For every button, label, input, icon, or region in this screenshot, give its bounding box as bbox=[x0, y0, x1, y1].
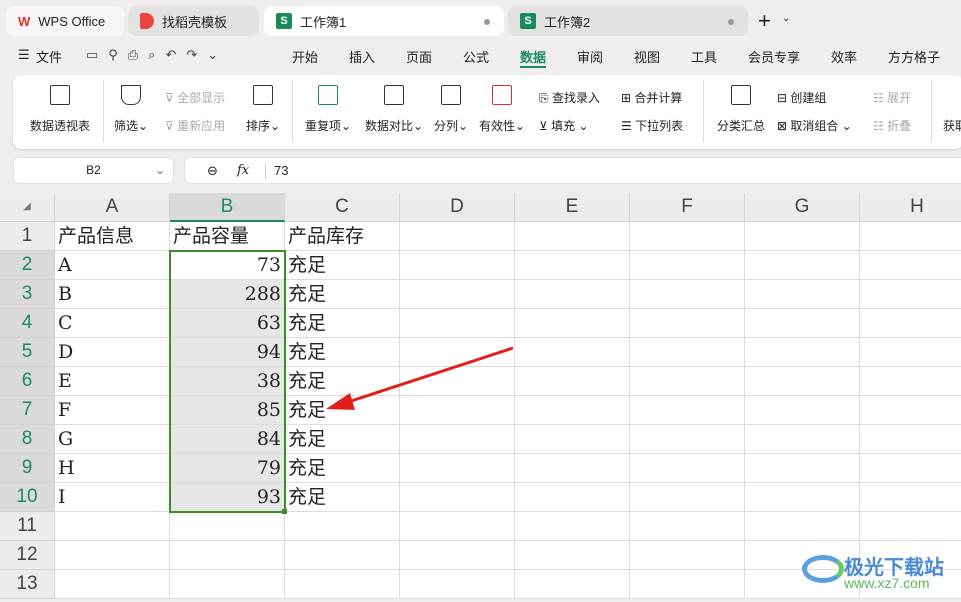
annotation-arrow bbox=[326, 346, 514, 410]
